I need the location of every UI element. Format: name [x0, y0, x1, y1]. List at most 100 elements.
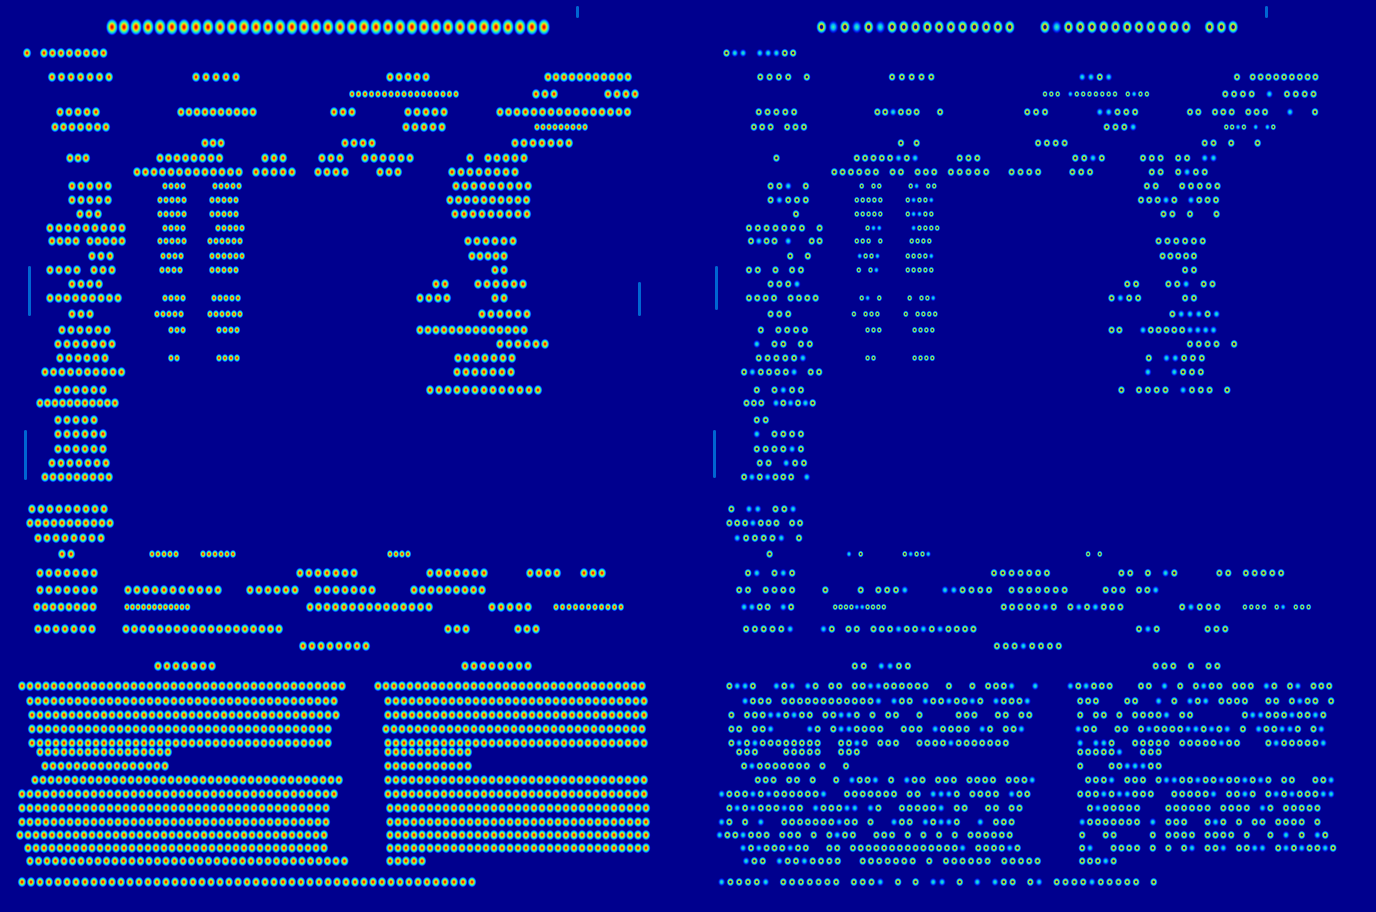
heat-spot [525, 680, 535, 692]
heat-spot [217, 166, 227, 178]
heat-spot [417, 816, 427, 828]
heat-spot [1117, 843, 1126, 853]
heat-spot [967, 856, 975, 866]
heat-spot [754, 107, 763, 117]
heat-spot [1084, 789, 1092, 799]
heat-spot [413, 89, 421, 99]
heat-spot [159, 829, 169, 841]
heat-spot [15, 829, 25, 841]
heat-spot [467, 876, 477, 888]
heat-spot [441, 816, 451, 828]
heat-spot [1124, 90, 1131, 98]
heat-spot [443, 384, 453, 396]
heat-spot [1204, 181, 1213, 191]
heat-spot [780, 223, 789, 233]
heat-spot [407, 760, 417, 772]
heat-spot [470, 366, 480, 378]
heat-spot [75, 746, 85, 758]
heat-spot [623, 695, 633, 707]
heat-spot [391, 788, 401, 800]
heat-spot [491, 250, 501, 262]
heat-spot [717, 789, 726, 799]
heat-spot [755, 472, 764, 482]
heat-spot [761, 775, 770, 785]
heat-spot [59, 709, 69, 721]
heat-spot [241, 816, 251, 828]
heat-spot [273, 18, 287, 36]
heat-spot [509, 680, 519, 692]
heat-spot [490, 264, 500, 276]
heat-spot [772, 48, 781, 58]
heat-spot [433, 89, 440, 99]
heat-spot [859, 210, 866, 218]
heat-spot [76, 308, 86, 320]
heat-spot [567, 695, 577, 707]
heat-spot [761, 444, 770, 454]
heat-spot [920, 237, 927, 245]
heat-spot [265, 802, 275, 814]
heat-spot [41, 517, 51, 529]
heat-spot [104, 471, 114, 483]
heat-spot [470, 384, 480, 396]
heat-spot [1158, 251, 1167, 261]
heat-spot [942, 856, 950, 866]
heat-spot [207, 829, 217, 841]
heat-spot [1099, 710, 1108, 720]
heat-spot [275, 709, 285, 721]
heat-spot [289, 695, 299, 707]
heat-spot [900, 585, 909, 595]
heat-spot [1007, 817, 1016, 827]
heat-spot [827, 19, 839, 35]
heat-spot [1233, 775, 1241, 785]
heat-spot [876, 738, 885, 748]
heat-spot [368, 876, 378, 888]
heat-spot [110, 774, 120, 786]
heat-spot [481, 235, 491, 247]
heat-spot [743, 738, 751, 748]
heat-spot [1213, 661, 1222, 671]
heat-spot [798, 223, 806, 233]
heat-spot [514, 660, 524, 672]
heat-spot [245, 584, 255, 596]
heat-spot [511, 695, 521, 707]
heat-spot [921, 681, 930, 691]
heat-spot [437, 680, 447, 692]
heat-spot [1178, 775, 1187, 785]
heat-spot [48, 471, 58, 483]
heat-spot [529, 816, 539, 828]
heat-spot [206, 236, 214, 246]
heat-spot [143, 876, 153, 888]
heat-spot [1133, 817, 1141, 827]
heat-spot [392, 549, 400, 559]
heat-spot [997, 830, 1006, 840]
heat-spot [513, 829, 523, 841]
heat-spot [479, 774, 489, 786]
heat-spot [204, 584, 214, 596]
heat-spot [334, 774, 344, 786]
heat-spot [113, 680, 123, 692]
heat-spot [867, 266, 874, 274]
heat-spot [316, 640, 326, 652]
heat-spot [89, 338, 99, 350]
heat-spot [47, 71, 57, 83]
heat-spot [487, 709, 497, 721]
heat-spot [1146, 710, 1155, 720]
heat-spot [947, 724, 955, 734]
heat-spot [1086, 817, 1094, 827]
heat-spot [559, 709, 569, 721]
heat-spot [607, 737, 617, 749]
heat-spot [385, 71, 395, 83]
heat-spot [617, 816, 627, 828]
heat-spot [220, 265, 228, 275]
heat-spot [1008, 877, 1017, 887]
heat-spot [1077, 167, 1086, 177]
heat-spot [801, 843, 810, 853]
heat-spot [898, 803, 906, 813]
heat-spot [1066, 602, 1075, 612]
heat-spot [782, 738, 791, 748]
heat-spot [434, 584, 445, 596]
heat-spot [64, 471, 74, 483]
heat-spot [815, 236, 824, 246]
heat-spot [71, 842, 81, 854]
heat-spot [425, 816, 435, 828]
